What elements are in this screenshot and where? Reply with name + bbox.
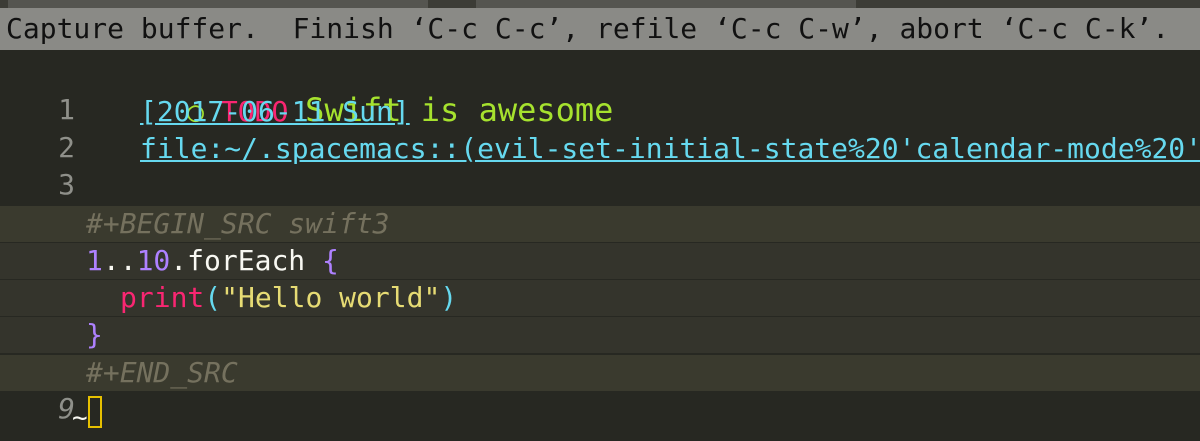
print-keyword: print — [120, 281, 205, 314]
open-paren: ( — [204, 281, 222, 314]
editor-line-7[interactable]: 7 print("Hello world") — [0, 280, 1200, 350]
capture-header-line: Capture buffer. Finish ‘C-c C-c’, refile… — [0, 8, 1200, 50]
editor-buffer[interactable]: 1 ○ TODO Swift is awesome 2 [2017-06-11 … — [0, 50, 1200, 441]
editor-line-1[interactable]: 1 ○ TODO Swift is awesome — [0, 56, 1200, 128]
string-literal: "Hello world" — [221, 281, 441, 314]
tab-right[interactable] — [476, 0, 856, 8]
editor-line-5[interactable]: 5 #+BEGIN_SRC swift3 — [0, 206, 1200, 276]
range-end: 10 — [136, 244, 171, 277]
editor-line-2[interactable]: 2 [2017-06-11 Sun] — [0, 94, 1200, 164]
timestamp-link[interactable]: [2017-06-11 Sun] — [140, 95, 410, 128]
file-link[interactable]: file:~/.spacemacs::(evil-set-initial-sta… — [140, 132, 1200, 165]
close-paren: ) — [440, 281, 458, 314]
range-operator: .. — [102, 244, 137, 277]
open-brace: { — [322, 244, 339, 277]
editor-line-8[interactable]: 8 } — [0, 317, 1200, 387]
close-brace: } — [86, 318, 103, 351]
range-start: 1 — [86, 244, 103, 277]
line-number: 9 — [58, 392, 75, 425]
editor-line-4[interactable]: 4 — [0, 168, 1200, 238]
method-call: .forEach — [170, 244, 306, 277]
tab-left[interactable] — [8, 0, 428, 8]
editor-line-6[interactable]: 6 1..10.forEach { — [0, 243, 1200, 313]
begin-src-directive: #+BEGIN_SRC — [86, 207, 272, 240]
editor-line-3[interactable]: 3 file:~/.spacemacs::(evil-set-initial-s… — [0, 131, 1200, 201]
end-of-buffer-marker: ~ — [72, 403, 88, 433]
end-src-directive: #+END_SRC — [86, 356, 238, 389]
editor-line-9[interactable]: 9 #+END_SRC — [0, 355, 1200, 425]
window-top-strip — [0, 0, 1200, 8]
src-language: swift3 — [288, 207, 390, 240]
text-cursor — [88, 396, 102, 428]
